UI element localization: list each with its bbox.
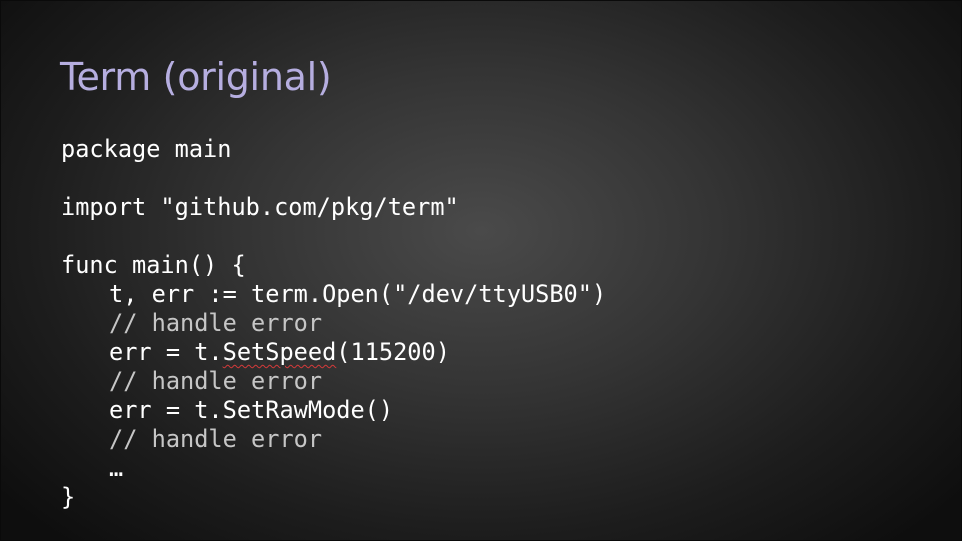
code-line-set-speed: err = t.SetSpeed(115200)	[61, 338, 606, 367]
code-line-func-main: func main() {	[61, 251, 246, 279]
code-line-set-raw-mode: err = t.SetRawMode()	[109, 396, 394, 424]
slide: Term (original) package main import "git…	[0, 0, 962, 541]
spellcheck-flagged-word: SetSpeed	[222, 338, 337, 366]
code-block: package main import "github.com/pkg/term…	[61, 135, 606, 512]
code-line-package: package main	[61, 135, 232, 163]
code-line-import: import "github.com/pkg/term"	[61, 193, 459, 221]
code-line-comment: // handle error	[109, 309, 323, 337]
code-line-comment: // handle error	[109, 425, 323, 453]
code-line-term-open: t, err := term.Open("/dev/ttyUSB0")	[109, 280, 607, 308]
code-line-comment: // handle error	[109, 367, 323, 395]
code-line-ellipsis: …	[109, 454, 124, 482]
code-text: err = t.	[109, 338, 223, 366]
slide-title: Term (original)	[60, 55, 332, 99]
code-line-closing-brace: }	[61, 483, 76, 511]
code-text: (115200)	[336, 338, 450, 366]
